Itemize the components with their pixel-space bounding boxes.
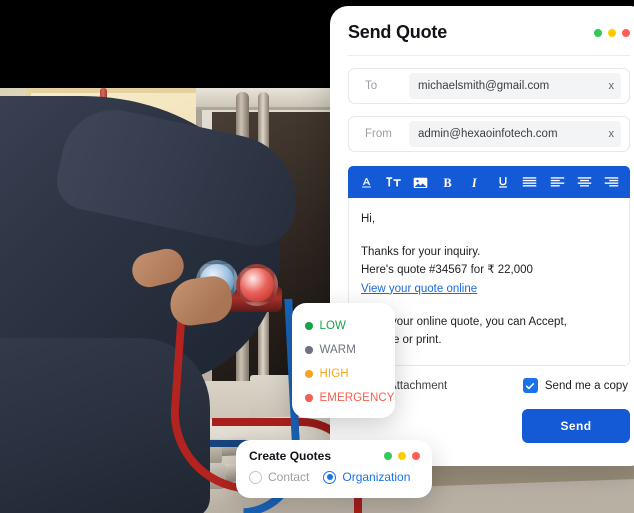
screenshot-root: Send Quote To michaelsmith@gmail.com x F… <box>0 0 634 513</box>
view-quote-online-link[interactable]: View your quote online <box>361 283 477 295</box>
align-left-icon[interactable] <box>547 172 568 193</box>
from-field-label: From <box>365 128 392 140</box>
page-title: Send Quote <box>348 22 448 42</box>
quotes-dot-green[interactable] <box>384 452 392 460</box>
create-quotes-header: Create Quotes <box>249 449 420 463</box>
from-sender-value: admin@hexaoinfotech.com <box>418 128 558 140</box>
card-header: Send Quote <box>348 6 630 56</box>
italic-icon[interactable]: I <box>465 172 486 193</box>
email-line-1: Thanks for your inquiry. <box>361 245 481 258</box>
priority-dot-low <box>305 322 313 330</box>
send-copy-row[interactable]: Send me a copy <box>522 378 628 393</box>
align-center-icon[interactable] <box>574 172 595 193</box>
to-recipient-chip[interactable]: michaelsmith@gmail.com x <box>409 73 621 99</box>
priority-label-low: LOW <box>319 320 346 332</box>
email-line-2: Here's quote #34567 for ₹ 22,000 <box>361 264 533 277</box>
send-copy-checkbox[interactable] <box>522 378 538 393</box>
align-right-icon[interactable] <box>601 172 622 193</box>
svg-text:B: B <box>443 175 451 189</box>
priority-label-warm: WARM <box>319 344 356 356</box>
quotes-dot-red[interactable] <box>412 452 420 460</box>
from-field-row[interactable]: From admin@hexaoinfotech.com x <box>348 116 630 152</box>
radio-contact[interactable] <box>249 470 262 484</box>
quotes-dot-yellow[interactable] <box>398 452 406 460</box>
font-size-icon[interactable] <box>383 172 404 193</box>
align-justify-icon[interactable] <box>519 172 540 193</box>
window-dot-yellow[interactable] <box>608 28 616 37</box>
quote-type-contact-label: Contact <box>268 470 310 484</box>
svg-text:I: I <box>471 175 478 189</box>
text-color-icon[interactable] <box>356 172 377 193</box>
priority-label-emergency: EMERGENCY <box>319 392 395 404</box>
quote-type-organization-label: Organization <box>342 470 411 484</box>
priority-option-emergency[interactable]: EMERGENCY <box>305 386 395 410</box>
to-recipient-value: michaelsmith@gmail.com <box>418 80 550 92</box>
to-field-row[interactable]: To michaelsmith@gmail.com x <box>348 68 630 104</box>
priority-selector-panel: LOW WARM HIGH EMERGENCY <box>292 303 395 418</box>
create-quotes-panel: Create Quotes Contact Organization <box>236 440 432 498</box>
photo-high-pressure-gauge <box>236 264 278 306</box>
email-greeting: Hi, <box>361 213 376 225</box>
priority-option-warm[interactable]: WARM <box>305 338 395 362</box>
remove-recipient-icon[interactable]: x <box>603 80 615 92</box>
window-dot-green[interactable] <box>594 28 602 37</box>
priority-option-high[interactable]: HIGH <box>305 362 395 386</box>
priority-dot-emergency <box>305 394 313 402</box>
email-line-3: From your online quote, you can Accept, <box>361 315 567 328</box>
priority-dot-high <box>305 370 313 378</box>
email-line-4: Decline or print. <box>361 334 442 347</box>
radio-organization[interactable] <box>323 470 337 484</box>
email-blank-line <box>361 229 617 243</box>
priority-dot-warm <box>305 346 313 354</box>
editor-toolbar: B I <box>348 166 630 198</box>
radio-organization-dot <box>326 474 333 480</box>
window-dot-red[interactable] <box>622 28 630 37</box>
to-field-label: To <box>365 80 378 92</box>
priority-option-low[interactable]: LOW <box>305 314 395 338</box>
quote-type-contact-option[interactable]: Contact <box>249 470 309 484</box>
underline-icon[interactable] <box>492 172 513 193</box>
remove-sender-icon[interactable]: x <box>603 128 615 140</box>
create-quotes-title: Create Quotes <box>249 449 332 463</box>
quote-type-organization-option[interactable]: Organization <box>323 470 410 484</box>
window-controls <box>594 28 630 37</box>
quotes-window-controls <box>384 452 420 460</box>
insert-image-icon[interactable] <box>410 172 431 193</box>
send-button[interactable]: Send <box>522 409 630 443</box>
bold-icon[interactable]: B <box>438 172 459 193</box>
checkmark-icon <box>526 382 535 389</box>
email-blank-line <box>361 299 617 313</box>
from-sender-chip[interactable]: admin@hexaoinfotech.com x <box>409 121 621 147</box>
send-copy-label: Send me a copy <box>544 379 628 392</box>
priority-label-high: HIGH <box>319 368 349 380</box>
quote-type-radio-group: Contact Organization <box>249 470 420 484</box>
